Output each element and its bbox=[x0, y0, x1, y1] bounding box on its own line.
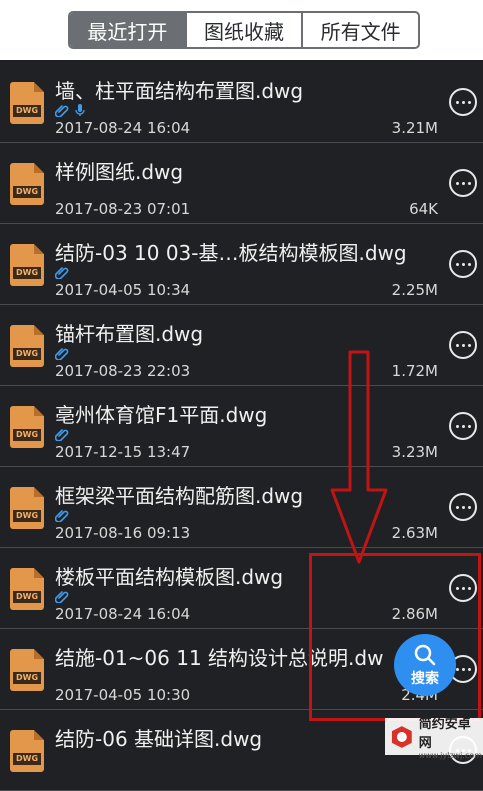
dwg-file-icon: DWG bbox=[10, 568, 44, 610]
dwg-file-icon: DWG bbox=[10, 730, 44, 772]
file-name: 亳州体育馆F1平面.dwg bbox=[55, 403, 268, 427]
file-type-badge: DWG bbox=[13, 429, 41, 441]
watermark: 简约安卓网 www.jylzwj.com bbox=[385, 717, 483, 760]
file-name: 墙、柱平面结构布置图.dwg bbox=[55, 79, 304, 103]
file-type-badge: DWG bbox=[13, 105, 41, 117]
dwg-file-icon: DWG bbox=[10, 163, 44, 205]
file-tags bbox=[54, 426, 69, 442]
tab-0[interactable]: 最近打开 bbox=[70, 13, 185, 47]
paperclip-icon bbox=[54, 345, 69, 361]
file-size: 1.72M bbox=[391, 362, 438, 380]
more-options-icon[interactable] bbox=[449, 250, 477, 278]
file-name: 结防-03 10 03-基…板结构模板图.dwg bbox=[55, 241, 407, 265]
search-button-label: 搜索 bbox=[411, 670, 439, 687]
paperclip-icon bbox=[54, 507, 69, 523]
segmented-tabs: 最近打开 图纸收藏 所有文件 bbox=[68, 11, 420, 49]
audio-icon bbox=[73, 102, 87, 116]
file-date: 2017-04-05 10:34 bbox=[55, 281, 191, 299]
file-type-badge: DWG bbox=[13, 267, 41, 279]
dwg-file-icon: DWG bbox=[10, 82, 44, 124]
tab-1[interactable]: 图纸收藏 bbox=[184, 13, 302, 47]
search-button[interactable]: 搜索 bbox=[394, 634, 456, 696]
file-size: 2.63M bbox=[391, 524, 438, 542]
file-type-badge: DWG bbox=[13, 510, 41, 522]
file-tags bbox=[54, 264, 69, 280]
watermark-title: 简约安卓网 bbox=[418, 717, 471, 751]
file-row[interactable]: DWG 样例图纸.dwg 2017-08-23 07:01 64K bbox=[0, 143, 483, 224]
dwg-file-icon: DWG bbox=[10, 325, 44, 367]
file-date: 2017-04-05 10:30 bbox=[55, 686, 191, 704]
file-date: 2017-12-15 13:47 bbox=[55, 443, 191, 461]
dwg-file-icon: DWG bbox=[10, 406, 44, 448]
paperclip-icon bbox=[54, 102, 69, 118]
file-name: 锚杆布置图.dwg bbox=[55, 322, 204, 346]
paperclip-icon bbox=[54, 588, 69, 604]
file-date: 2017-08-23 22:03 bbox=[55, 362, 191, 380]
file-type-badge: DWG bbox=[13, 186, 41, 198]
watermark-url: www.jylzwj.com bbox=[418, 751, 482, 760]
file-date: 2017-08-24 16:04 bbox=[55, 119, 191, 137]
dwg-file-icon: DWG bbox=[10, 649, 44, 691]
file-name: 楼板平面结构模板图.dwg bbox=[55, 565, 284, 589]
file-date: 2017-08-16 09:13 bbox=[55, 524, 191, 542]
file-row[interactable]: DWG 墙、柱平面结构布置图.dwg 2017-08-24 16:04 3.21M bbox=[0, 62, 483, 143]
more-options-icon[interactable] bbox=[449, 412, 477, 440]
more-options-icon[interactable] bbox=[449, 88, 477, 116]
file-size: 64K bbox=[409, 200, 438, 218]
file-name: 样例图纸.dwg bbox=[55, 160, 184, 184]
file-type-badge: DWG bbox=[13, 591, 41, 603]
watermark-logo-icon bbox=[391, 725, 412, 748]
file-type-badge: DWG bbox=[13, 348, 41, 360]
file-row[interactable]: DWG 锚杆布置图.dwg 2017-08-23 22:03 1.72M bbox=[0, 305, 483, 386]
file-size: 2.25M bbox=[391, 281, 438, 299]
paperclip-icon bbox=[54, 264, 69, 280]
file-tags bbox=[54, 345, 69, 361]
file-row[interactable]: DWG 亳州体育馆F1平面.dwg 2017-12-15 13:47 3.23M bbox=[0, 386, 483, 467]
dwg-file-icon: DWG bbox=[10, 244, 44, 286]
file-name: 结防-06 基础详图.dwg bbox=[55, 727, 263, 751]
dwg-file-icon: DWG bbox=[10, 487, 44, 529]
file-date: 2017-08-24 16:04 bbox=[55, 605, 191, 623]
search-icon bbox=[414, 644, 436, 665]
file-date: 2017-08-23 07:01 bbox=[55, 200, 191, 218]
annotation-highlight-box bbox=[309, 553, 481, 721]
file-tags bbox=[54, 507, 69, 523]
annotation-arrow bbox=[330, 350, 388, 564]
file-tags bbox=[54, 102, 87, 118]
file-row[interactable]: DWG 框架梁平面结构配筋图.dwg 2017-08-16 09:13 2.63M bbox=[0, 467, 483, 548]
file-tags bbox=[54, 588, 69, 604]
paperclip-icon bbox=[54, 426, 69, 442]
tab-2[interactable]: 所有文件 bbox=[301, 13, 418, 47]
file-size: 3.21M bbox=[391, 119, 438, 137]
top-bar: 最近打开 图纸收藏 所有文件 bbox=[0, 0, 483, 60]
more-options-icon[interactable] bbox=[449, 493, 477, 521]
file-row[interactable]: DWG 结防-03 10 03-基…板结构模板图.dwg 2017-04-05 10… bbox=[0, 224, 483, 305]
file-name: 框架梁平面结构配筋图.dwg bbox=[55, 484, 304, 508]
file-type-badge: DWG bbox=[13, 672, 41, 684]
more-options-icon[interactable] bbox=[449, 169, 477, 197]
more-options-icon[interactable] bbox=[449, 331, 477, 359]
file-size: 3.23M bbox=[391, 443, 438, 461]
